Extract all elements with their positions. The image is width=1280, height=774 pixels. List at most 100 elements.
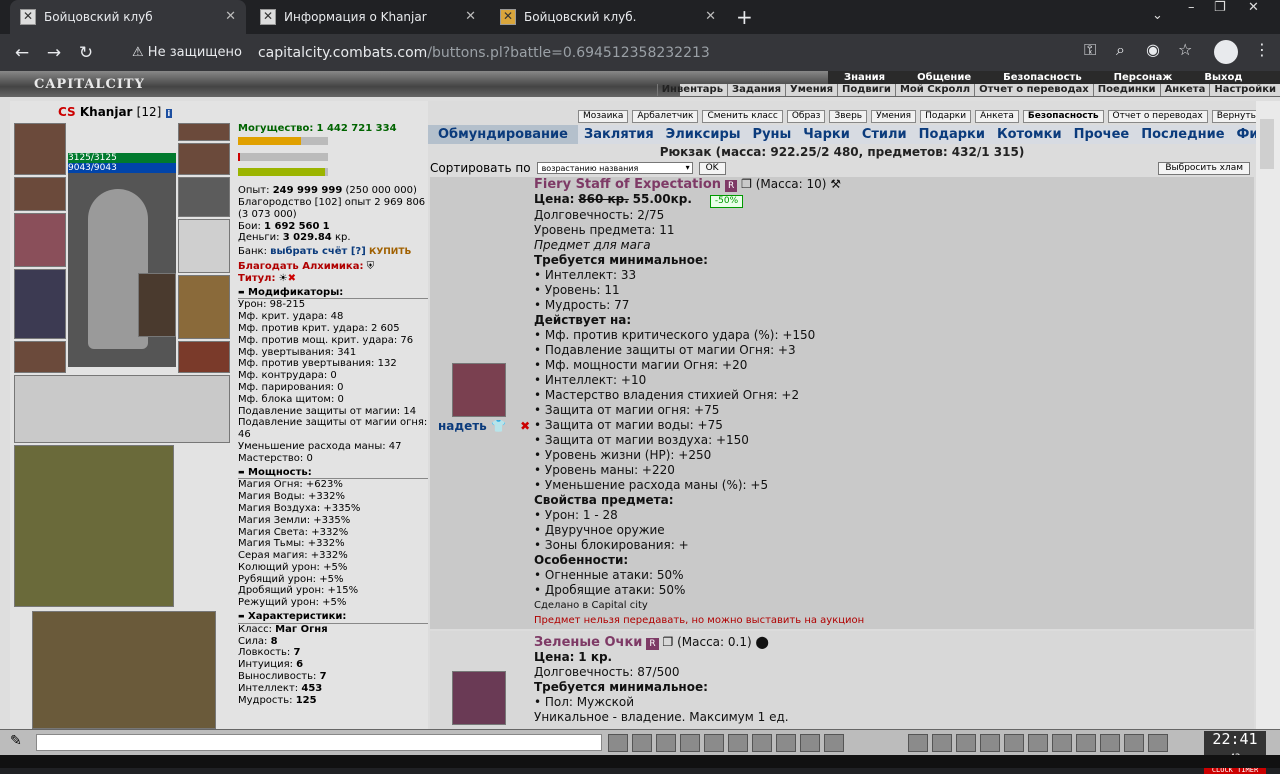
submenu-skills[interactable]: Умения [785, 84, 837, 96]
chat-input[interactable] [36, 734, 602, 751]
back-icon[interactable]: ← [6, 43, 38, 63]
eye-off-icon[interactable]: ◉ [1146, 40, 1160, 59]
change-class-button[interactable]: Сменить класс [702, 110, 783, 123]
zoom-icon[interactable]: ⌕ [1116, 40, 1125, 60]
powers-header[interactable]: Мощность: [238, 467, 428, 480]
flag-icon[interactable] [1124, 734, 1144, 752]
smile-icon[interactable] [776, 734, 796, 752]
tab-elixirs[interactable]: Эликсиры [660, 127, 747, 142]
page-scrollbar[interactable] [1256, 101, 1280, 729]
green-goggles-image[interactable] [452, 671, 506, 725]
legs-slot[interactable] [178, 275, 230, 339]
bag-slots[interactable] [14, 445, 174, 607]
item-name[interactable]: Fiery Staff of Expectation [534, 177, 721, 192]
spell-slots[interactable] [32, 611, 216, 729]
translit-icon[interactable] [800, 734, 820, 752]
send-icon[interactable] [608, 734, 628, 752]
sort-ok-button[interactable]: OK [698, 161, 726, 175]
modifiers-header[interactable]: Модификаторы: [238, 287, 428, 300]
menu-security[interactable]: Безопасность [987, 71, 1098, 84]
bookmark-star-icon[interactable]: ☆ [1178, 40, 1192, 59]
submenu-my-scroll[interactable]: Мой Скролл [894, 84, 974, 96]
close-window-icon[interactable]: ✕ [1248, 0, 1259, 15]
submenu-settings[interactable]: Настройки [1209, 84, 1280, 96]
buy-link[interactable]: КУПИТЬ [369, 247, 411, 257]
scroll-icon[interactable] [1004, 734, 1024, 752]
select-account-link[interactable]: выбрать счёт [?] [270, 246, 366, 257]
new-tab-button[interactable]: + [736, 5, 753, 29]
minimize-icon[interactable]: – [1188, 0, 1195, 15]
sort-select[interactable]: возрастанию названия [536, 162, 693, 174]
tab-info-khanjar[interactable]: Информация о Khanjar ✕ [250, 0, 486, 34]
menu-knowledge[interactable]: Знания [828, 71, 901, 84]
tab-other[interactable]: Прочее [1068, 127, 1136, 142]
submenu-quests[interactable]: Задания [727, 84, 785, 96]
bracer-slot[interactable] [178, 143, 230, 175]
image-button[interactable]: Образ [786, 110, 826, 123]
weapon-slot[interactable] [14, 213, 66, 267]
close-tab-icon[interactable]: ✕ [225, 9, 236, 24]
menu-character[interactable]: Персонаж [1098, 71, 1189, 84]
eraser-icon[interactable] [632, 734, 652, 752]
boots-slot[interactable] [178, 341, 230, 373]
run-icon[interactable] [704, 734, 724, 752]
medic-icon[interactable] [1052, 734, 1072, 752]
gloves-slot[interactable] [178, 177, 230, 217]
copy-icon[interactable]: ❐ [741, 177, 752, 191]
mask-icon[interactable] [1028, 734, 1048, 752]
tab-combats-main[interactable]: Бойцовский клуб ✕ [10, 0, 246, 34]
submenu-profile[interactable]: Анкета [1159, 84, 1210, 96]
tab-runes[interactable]: Руны [747, 127, 798, 142]
save-icon[interactable] [680, 734, 700, 752]
class-select[interactable]: Арбалетчик [632, 110, 699, 123]
tab-equipment[interactable]: Обмундирование [428, 125, 578, 144]
house-icon[interactable] [1076, 734, 1096, 752]
sound-icon[interactable] [752, 734, 772, 752]
close-tab-icon[interactable]: ✕ [705, 9, 716, 24]
skills-button[interactable]: Умения [871, 110, 917, 123]
sword-icon[interactable] [932, 734, 952, 752]
tab-recent[interactable]: Последние [1135, 127, 1230, 142]
scrollbar-thumb[interactable] [1260, 119, 1274, 169]
gifts-button[interactable]: Подарки [920, 110, 972, 123]
key-icon[interactable]: ⚿ [1084, 40, 1096, 60]
bag-icon[interactable] [956, 734, 976, 752]
pet-slot[interactable] [138, 273, 176, 337]
tab-gifts[interactable]: Подарки [913, 127, 991, 142]
chat-smiles-icon[interactable]: ✎ [10, 733, 22, 749]
menu-exit[interactable]: Выход [1188, 71, 1258, 84]
security-button[interactable]: Безопасность [1022, 110, 1104, 123]
transfers-report-button[interactable]: Отчет о переводах [1107, 110, 1208, 123]
remove-title-icon[interactable]: ✖ [288, 273, 296, 284]
tab-spells[interactable]: Заклятия [578, 127, 660, 142]
item-name[interactable]: Зеленые Очки [534, 635, 642, 650]
url-field[interactable]: capitalcity.combats.com/buttons.pl?battl… [258, 45, 710, 61]
security-warning[interactable]: ⚠ Не защищено [132, 45, 242, 60]
tab-styles[interactable]: Стили [856, 127, 913, 142]
mosaic-button[interactable]: Мозаика [578, 110, 629, 123]
forward-icon[interactable]: → [38, 43, 70, 63]
filter-icon[interactable] [656, 734, 676, 752]
submenu-inventory[interactable]: Инвентарь [656, 84, 727, 96]
ring-rune-slots[interactable] [14, 375, 230, 443]
tab-charms[interactable]: Чарки [797, 127, 856, 142]
submenu-feats[interactable]: Подвиги [837, 84, 895, 96]
site-logo[interactable]: CAPITALCITY [34, 77, 145, 92]
armor-slot[interactable] [14, 269, 66, 339]
characteristics-header[interactable]: Характеристики: [238, 611, 428, 624]
clan-tag[interactable]: CS [58, 105, 76, 119]
necklace-slot[interactable] [14, 177, 66, 211]
clear-icon[interactable] [824, 734, 844, 752]
treasure-icon[interactable] [980, 734, 1000, 752]
submenu-transfers[interactable]: Отчет о переводах [974, 84, 1093, 96]
menu-communication[interactable]: Общение [901, 71, 987, 84]
info-icon[interactable]: i [165, 109, 173, 118]
shield-slot[interactable] [178, 219, 230, 273]
delete-item-icon[interactable]: ✖ [520, 419, 530, 433]
helmet-slot[interactable] [14, 123, 66, 175]
belt-slot[interactable] [14, 341, 66, 373]
close-tab-icon[interactable]: ✕ [465, 9, 476, 24]
profile-button[interactable]: Анкета [975, 110, 1019, 123]
reload-icon[interactable]: ↻ [70, 43, 102, 63]
inventory-icon[interactable] [908, 734, 928, 752]
